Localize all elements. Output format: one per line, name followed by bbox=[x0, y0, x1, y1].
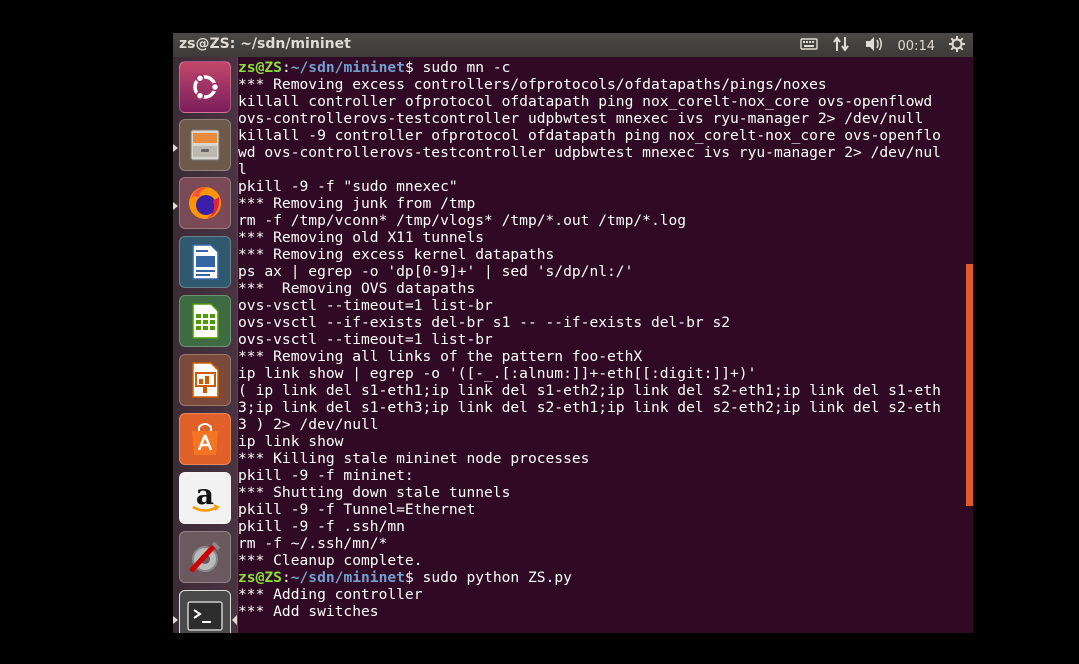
terminal-window[interactable]: zs@ZS:~/sdn/mininet$ sudo mn -c *** Remov… bbox=[238, 57, 973, 633]
terminal-output-line: pkill -9 -f .ssh/mn bbox=[238, 518, 405, 535]
top-panel: zs@ZS: ~/sdn/mininet 00:14 bbox=[173, 33, 973, 57]
prompt-separator: : bbox=[281, 569, 291, 586]
terminal-output-line: l bbox=[238, 161, 247, 178]
prompt-user: zs@ZS bbox=[238, 569, 282, 586]
prompt-symbol: $ bbox=[404, 569, 414, 586]
terminal-output-line: ip link show bbox=[238, 433, 344, 450]
terminal-output-line: ip link show | egrep -o '([-_.[:alnum:]]… bbox=[238, 365, 757, 382]
ubuntu-logo-icon bbox=[193, 74, 220, 100]
focused-indicator bbox=[232, 615, 237, 625]
terminal-output-line: pkill -9 -f mininet: bbox=[238, 467, 414, 484]
launcher-libreoffice-calc[interactable] bbox=[179, 295, 231, 347]
prompt-command: sudo mn -c bbox=[413, 59, 511, 76]
terminal-output-line: pkill -9 -f "sudo mnexec" bbox=[238, 178, 458, 195]
terminal-output-line: *** Killing stale mininet node processes bbox=[238, 450, 590, 467]
terminal-output-line: killall controller ofprotocol ofdatapath… bbox=[238, 93, 933, 110]
amazon-icon: a bbox=[192, 478, 220, 512]
prompt-symbol: $ bbox=[404, 59, 414, 76]
prompt-path: ~/sdn/mininet bbox=[290, 569, 405, 586]
indicator-area: 00:14 bbox=[799, 36, 965, 56]
shopping-bag-icon bbox=[192, 423, 218, 455]
launcher-system-settings[interactable] bbox=[179, 531, 231, 583]
running-indicator bbox=[173, 144, 178, 152]
running-indicator bbox=[173, 616, 178, 624]
impress-presentation-icon bbox=[192, 362, 219, 398]
terminal-output-line: *** Adding controller bbox=[238, 586, 423, 603]
launcher-amazon[interactable]: a bbox=[179, 472, 231, 524]
prompt-command: sudo python ZS.py bbox=[413, 569, 572, 586]
terminal-output-line: *** Removing excess kernel datapaths bbox=[238, 246, 555, 263]
scrollbar[interactable] bbox=[966, 264, 973, 506]
terminal-output-line: ovs-vsctl --if-exists del-br s1 -- --if-… bbox=[238, 314, 731, 331]
prompt-separator: : bbox=[281, 59, 291, 76]
terminal-output-line: 3 ) 2> /dev/null bbox=[238, 416, 379, 433]
svg-text:a: a bbox=[196, 478, 214, 511]
terminal-output-line: rm -f ~/.ssh/mn/* bbox=[238, 535, 388, 552]
launcher: a bbox=[173, 57, 238, 633]
network-icon[interactable] bbox=[832, 36, 850, 56]
file-cabinet-icon bbox=[190, 129, 220, 161]
terminal-output-line: killall -9 controller ofprotocol ofdatap… bbox=[238, 127, 941, 144]
launcher-libreoffice-impress[interactable] bbox=[179, 354, 231, 406]
desktop-screen: zs@ZS: ~/sdn/mininet 00:14 a zs@ZS:~/sdn… bbox=[173, 33, 973, 633]
terminal-output-line: pkill -9 -f Tunnel=Ethernet bbox=[238, 501, 476, 518]
launcher-ubuntu-software[interactable] bbox=[179, 413, 231, 465]
clock[interactable]: 00:14 bbox=[898, 39, 935, 54]
terminal-output-line: rm -f /tmp/vconn* /tmp/vlogs* /tmp/*.out… bbox=[238, 212, 687, 229]
terminal-prompt-line: zs@ZS:~/sdn/mininet$ sudo mn -c bbox=[238, 59, 968, 76]
terminal-output-line: *** Removing old X11 tunnels bbox=[238, 229, 485, 246]
window-title: zs@ZS: ~/sdn/mininet bbox=[179, 36, 351, 52]
launcher-libreoffice-writer[interactable] bbox=[179, 236, 231, 288]
launcher-terminal[interactable] bbox=[179, 590, 231, 633]
terminal-output-line: *** Cleanup complete. bbox=[238, 552, 423, 569]
terminal-output-line: *** Removing excess controllers/ofprotoc… bbox=[238, 76, 827, 93]
gear-icon[interactable] bbox=[949, 36, 965, 56]
calc-spreadsheet-icon bbox=[192, 303, 219, 339]
terminal-output-line: *** Removing all links of the pattern fo… bbox=[238, 348, 643, 365]
keyboard-icon[interactable] bbox=[799, 37, 818, 55]
terminal-output-line: ovs-controllerovs-testcontroller udpbwte… bbox=[238, 110, 924, 127]
terminal-output-line: wd ovs-controllerovs-testcontroller udpb… bbox=[238, 144, 941, 161]
terminal-output-line: *** Removing junk from /tmp bbox=[238, 195, 476, 212]
volume-icon[interactable] bbox=[864, 36, 884, 56]
writer-document-icon bbox=[192, 244, 219, 280]
firefox-icon bbox=[189, 187, 221, 219]
running-indicator bbox=[173, 202, 178, 210]
terminal-output-line: *** Shutting down stale tunnels bbox=[238, 484, 511, 501]
prompt-user: zs@ZS bbox=[238, 59, 282, 76]
terminal-output-line: *** Removing OVS datapaths bbox=[238, 280, 476, 297]
terminal-output-line: 3;ip link del s1-eth3;ip link del s2-eth… bbox=[238, 399, 941, 416]
terminal-icon bbox=[187, 601, 223, 631]
launcher-ubuntu-dash[interactable] bbox=[179, 61, 231, 113]
terminal-output-line: ( ip link del s1-eth1;ip link del s1-eth… bbox=[238, 382, 941, 399]
terminal-output-line: ps ax | egrep -o 'dp[0-9]+' | sed 's/dp/… bbox=[238, 263, 634, 280]
terminal-prompt-line: zs@ZS:~/sdn/mininet$ sudo python ZS.py bbox=[238, 569, 968, 586]
terminal-output-line: ovs-vsctl --timeout=1 list-br bbox=[238, 297, 493, 314]
terminal-output-line: *** Add switches bbox=[238, 603, 379, 620]
launcher-firefox[interactable] bbox=[179, 177, 231, 229]
launcher-files[interactable] bbox=[179, 119, 231, 171]
terminal-output: zs@ZS:~/sdn/mininet$ sudo mn -c *** Remov… bbox=[238, 59, 968, 620]
settings-tools-icon bbox=[189, 541, 221, 573]
terminal-output-line: ovs-vsctl --timeout=1 list-br bbox=[238, 331, 493, 348]
prompt-path: ~/sdn/mininet bbox=[290, 59, 405, 76]
